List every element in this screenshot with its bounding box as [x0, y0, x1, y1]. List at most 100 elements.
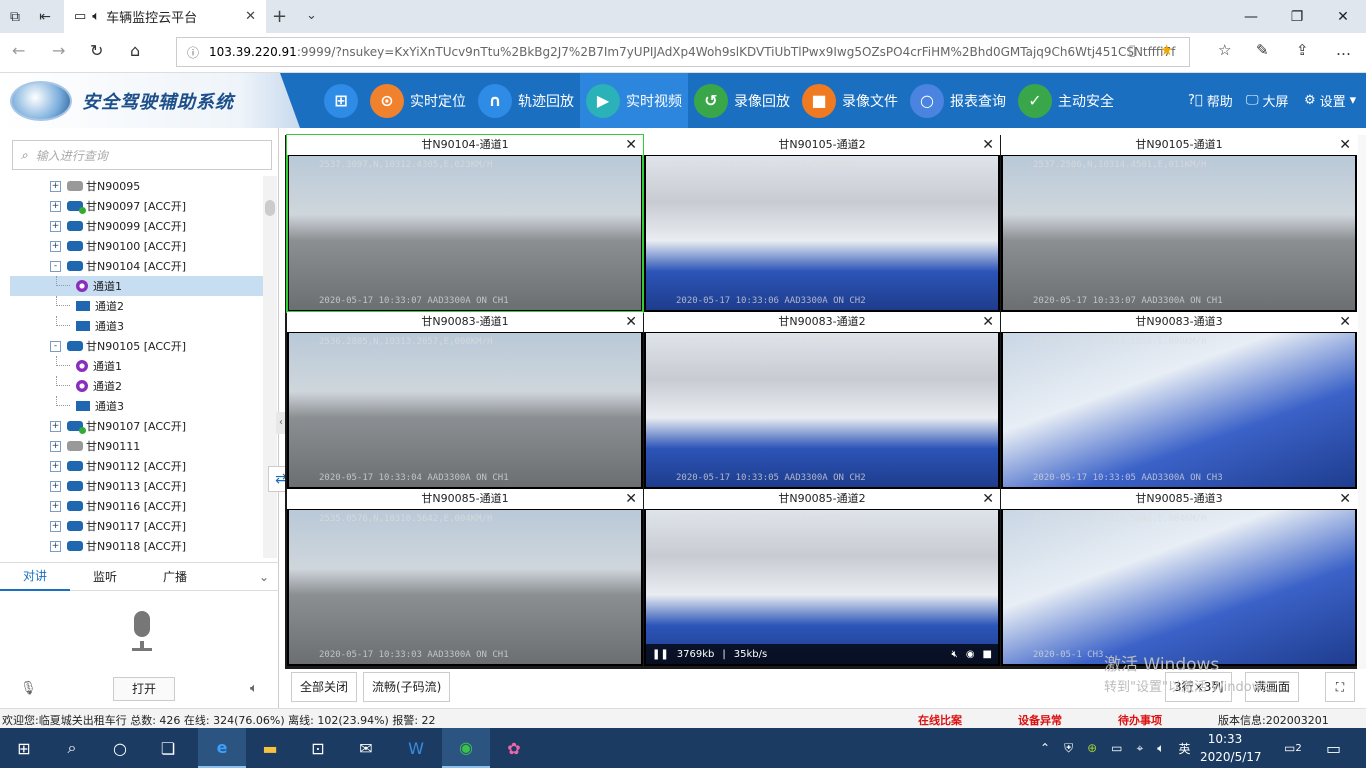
video-feed[interactable]: 2535.0576,N,10310.5642,E,000KM/H — [646, 510, 998, 664]
page-scrollbar[interactable] — [1358, 135, 1366, 669]
video-cell[interactable]: 甘N90083-通道1 ✕ 2536.2805,N,10313.2057,E,000… — [287, 312, 643, 489]
tree-channel-item[interactable]: 通道3 — [10, 396, 263, 416]
new-tab-icon[interactable]: + — [272, 6, 287, 27]
menu-item-3[interactable]: ↺ 录像回放 — [688, 73, 796, 128]
expand-icon[interactable]: + — [50, 200, 61, 212]
video-feed[interactable]: 2536.2805,N,10313.2651,E,000KM/H 2020-05-… — [1003, 333, 1355, 487]
tree-vehicle-item[interactable]: + 甘N90118 [ACC开] — [10, 536, 263, 556]
minimize-icon[interactable]: — — [1228, 0, 1274, 33]
more-icon[interactable]: … — [1336, 41, 1351, 59]
video-cell[interactable]: 甘N90083-通道3 ✕ 2536.2805,N,10313.2651,E,000… — [1001, 312, 1357, 489]
chevron-down-icon[interactable]: ⌄ — [306, 8, 317, 23]
wps-icon[interactable]: W — [392, 728, 440, 768]
home-icon[interactable]: ⌂ — [130, 41, 140, 60]
video-feed[interactable]: 2536.2805,N,10313.2057,E,000KM/H 2020-05-… — [289, 333, 641, 487]
url-input[interactable]: ⓘ 103.39.220.91:9999/?nsukey=KxYiXnTUcv9… — [176, 37, 1190, 67]
record-icon[interactable]: ■ — [983, 649, 992, 660]
pause-icon[interactable]: ❚❚ — [652, 649, 669, 660]
tab-broadcast[interactable]: 广播 — [140, 564, 210, 590]
help-button[interactable]: ?⃝ 帮助 — [1188, 73, 1233, 128]
expand-icon[interactable]: + — [50, 480, 61, 492]
tree-vehicle-item[interactable]: + 甘N90117 [ACC开] — [10, 516, 263, 536]
store-icon[interactable]: ⊡ — [294, 728, 342, 768]
fullscreen-icon[interactable]: ⛶ — [1325, 672, 1355, 702]
video-feed[interactable]: 2535.0576,N,10310.5642,E,004KM/H 2020-05-… — [289, 510, 641, 664]
mail-icon[interactable]: ✉ — [342, 728, 390, 768]
tree-channel-item[interactable]: 通道3 — [10, 316, 263, 336]
close-icon[interactable]: ✕ — [982, 135, 994, 155]
add-icon[interactable]: ⊕ — [1087, 741, 1097, 755]
file-explorer-icon[interactable]: ▬ — [246, 728, 294, 768]
clock[interactable]: 10:33 2020/5/17 — [1200, 730, 1262, 766]
windows-start-icon[interactable]: ⊞ — [0, 728, 48, 768]
search-icon[interactable]: ⌕ — [48, 728, 96, 768]
close-icon[interactable]: ✕ — [1339, 312, 1351, 332]
menu-item-4[interactable]: ■ 录像文件 — [796, 73, 904, 128]
ime-indicator[interactable]: 英 — [1178, 740, 1190, 757]
notification-count-icon[interactable]: ▭ 2 — [1284, 728, 1302, 768]
video-feed[interactable]: 2535.0576,N,10310.5642,E,004KM/H 2020-05-… — [1003, 510, 1355, 664]
share-icon[interactable]: ⇪ — [1296, 41, 1309, 59]
star-icon[interactable]: ★ — [1160, 41, 1173, 59]
dashboard-button[interactable]: ⊞ — [318, 73, 364, 128]
edge-icon[interactable]: e — [198, 728, 246, 768]
close-icon[interactable]: ✕ — [1339, 489, 1351, 509]
tree-vehicle-item[interactable]: + 甘N90097 [ACC开] — [10, 196, 263, 216]
cortana-icon[interactable]: ○ — [96, 728, 144, 768]
menu-item-5[interactable]: ○ 报表查询 — [904, 73, 1012, 128]
expand-icon[interactable]: + — [50, 460, 61, 472]
chevron-up-icon[interactable]: ⌃ — [1040, 741, 1050, 755]
menu-item-2[interactable]: ▶ 实时视频 — [580, 73, 688, 128]
tree-channel-item[interactable]: 通道2 — [10, 296, 263, 316]
close-all-button[interactable]: 全部关闭 — [291, 672, 358, 702]
close-icon[interactable]: ✕ — [625, 312, 637, 332]
tree-vehicle-item[interactable]: + 甘N90095 — [10, 176, 263, 196]
close-icon[interactable]: ✕ — [625, 489, 637, 509]
close-icon[interactable]: ✕ — [982, 489, 994, 509]
stream-button[interactable]: 流畅(子码流) — [363, 672, 451, 702]
tree-vehicle-item[interactable]: + 甘N90111 — [10, 436, 263, 456]
video-feed[interactable]: 2537.2506,N,10314.4501,E,011KM/H 2020-05-… — [646, 156, 998, 310]
audio-icon[interactable]: 🔈︎ — [92, 9, 100, 24]
speaker-icon[interactable]: 🔈︎ — [250, 681, 258, 696]
collapse-icon[interactable]: - — [50, 340, 61, 352]
tab-back-icon[interactable]: ⇤ — [30, 0, 60, 33]
tree-vehicle-item[interactable]: + 甘N90099 [ACC开] — [10, 216, 263, 236]
menu-item-0[interactable]: ⊙ 实时定位 — [364, 73, 472, 128]
tree-vehicle-item[interactable]: + 甘N90113 [ACC开] — [10, 476, 263, 496]
tab-talk[interactable]: 对讲 — [0, 563, 70, 591]
tree-vehicle-item[interactable]: + 甘N90112 [ACC开] — [10, 456, 263, 476]
tab-actions-icon[interactable]: ⧉ — [0, 0, 30, 33]
task-view-icon[interactable]: ❏ — [144, 728, 192, 768]
open-button[interactable]: 打开 — [113, 677, 175, 701]
fullscreen-button[interactable]: 🖵︎ 大屏 — [1246, 73, 1289, 128]
video-cell[interactable]: 甘N90085-通道2 ✕ 2535.0576,N,10310.5642,E,000… — [644, 489, 1000, 666]
pen-icon[interactable]: ✎ — [1256, 41, 1269, 59]
mute-icon[interactable]: 🔇︎ — [952, 649, 958, 660]
video-cell[interactable]: 甘N90083-通道2 ✕ 2536.2805,N,10313.2000,E,000… — [644, 312, 1000, 489]
chevron-down-icon[interactable]: ⌄ — [259, 570, 269, 584]
paint-icon[interactable]: ✿ — [490, 728, 538, 768]
menu-item-1[interactable]: ∩ 轨迹回放 — [472, 73, 580, 128]
video-feed[interactable]: 2537.2506,N,10314.4501,E,011KM/H 2020-05-… — [1003, 156, 1355, 310]
battery-icon[interactable]: ▭ — [1111, 741, 1122, 755]
tree-vehicle-item[interactable]: + 甘N90107 [ACC开] — [10, 416, 263, 436]
video-cell[interactable]: 甘N90105-通道2 ✕ 2537.2506,N,10314.4501,E,011… — [644, 135, 1000, 312]
video-feed[interactable]: 2536.2805,N,10313.2000,E,000KM/H 2020-05-… — [646, 333, 998, 487]
expand-icon[interactable]: + — [50, 220, 61, 232]
wechat-icon[interactable]: ◉ — [442, 728, 490, 768]
favorites-icon[interactable]: ☆ — [1218, 41, 1231, 59]
close-icon[interactable]: ✕ — [1339, 135, 1351, 155]
collapse-icon[interactable]: - — [50, 260, 61, 272]
tree-channel-item[interactable]: 通道2 — [10, 376, 263, 396]
action-center-icon[interactable]: ▭ — [1326, 728, 1341, 768]
security-icon[interactable]: ⛨ — [1064, 741, 1073, 756]
expand-icon[interactable]: + — [50, 500, 61, 512]
video-cell[interactable]: 甘N90104-通道1 ✕ 2537.3097,N,10312.4305,E,023… — [286, 134, 644, 313]
video-feed[interactable]: 2537.3097,N,10312.4305,E,023KM/H 2020-05-… — [289, 156, 641, 310]
refresh-icon[interactable]: ↻ — [90, 41, 103, 60]
tree-vehicle-item[interactable]: - 甘N90104 [ACC开] — [10, 256, 263, 276]
video-cell[interactable]: 甘N90085-通道1 ✕ 2535.0576,N,10310.5642,E,004… — [287, 489, 643, 666]
tree-vehicle-item[interactable]: + 甘N90100 [ACC开] — [10, 236, 263, 256]
mic-small-icon[interactable]: 🎙︎ — [20, 681, 37, 696]
